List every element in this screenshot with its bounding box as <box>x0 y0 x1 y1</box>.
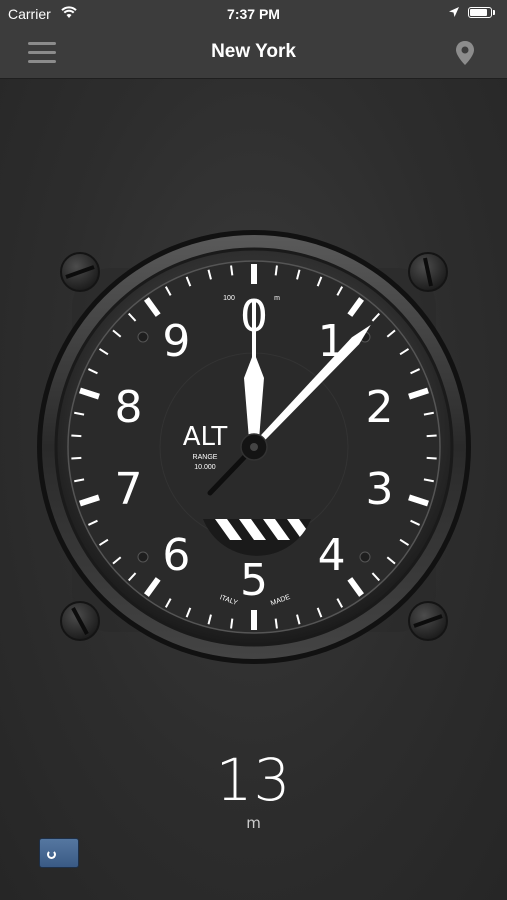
status-time: 7:37 PM <box>227 6 280 22</box>
dial-numeral: 5 <box>240 555 268 606</box>
map-pin-icon[interactable] <box>455 40 475 66</box>
tick-mark <box>274 265 278 276</box>
refresh-button[interactable] <box>39 838 79 868</box>
rivet <box>359 551 371 563</box>
navigation-bar: New York <box>0 28 507 79</box>
tick-mark <box>71 456 82 460</box>
screw-icon <box>60 252 100 292</box>
altitude-reading: 13 <box>215 746 292 814</box>
rivet <box>137 551 149 563</box>
screw-icon <box>60 601 100 641</box>
range-label: RANGE <box>193 454 218 461</box>
dial-numeral: 8 <box>114 382 142 433</box>
dial-numeral: 2 <box>366 382 394 433</box>
tick-mark <box>71 434 82 438</box>
tick-mark <box>426 456 437 460</box>
screw-icon <box>408 252 448 292</box>
battery-icon <box>468 7 495 18</box>
alt-label: ALT <box>183 422 228 452</box>
dial-numeral: 9 <box>162 316 190 367</box>
refresh-icon <box>47 850 56 859</box>
dial-numeral: 3 <box>366 464 394 515</box>
altitude-unit: m <box>246 814 261 832</box>
dial-numeral: 7 <box>114 464 142 515</box>
tick-mark <box>230 618 234 629</box>
screw-icon <box>408 601 448 641</box>
city-title: New York <box>211 41 296 62</box>
unit-label-small: m <box>274 295 280 302</box>
scale-label: 100 <box>223 295 235 302</box>
status-bar: Carrier 7:37 PM <box>0 0 507 28</box>
tick-mark <box>426 434 437 438</box>
dial-numeral: 6 <box>162 530 190 581</box>
dial-numeral: 4 <box>318 530 346 581</box>
tick-mark <box>230 265 234 276</box>
rivet <box>137 331 149 343</box>
location-arrow-icon <box>449 7 459 17</box>
tick-mark <box>274 618 278 629</box>
main-screen: 0123456789 100 m ITALY MADE ALT RANGE 10… <box>0 79 507 900</box>
range-value: 10.000 <box>194 464 216 471</box>
